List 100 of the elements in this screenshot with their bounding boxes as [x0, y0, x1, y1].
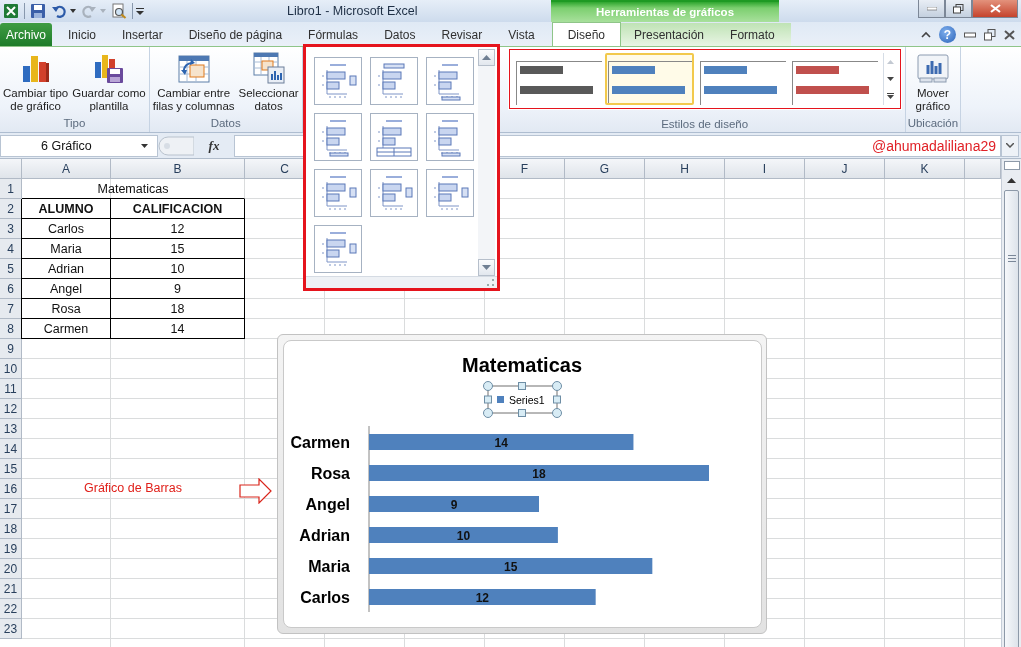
layout-option[interactable] [425, 57, 474, 105]
restore-button[interactable] [945, 0, 972, 18]
row-number[interactable]: 19 [0, 539, 22, 559]
row-number[interactable]: 3 [0, 219, 22, 239]
row-number[interactable]: 22 [0, 599, 22, 619]
down-arrow-icon [886, 77, 894, 81]
up-arrow-icon [1007, 177, 1016, 183]
style-option[interactable] [604, 53, 694, 105]
excel-logo-icon[interactable] [3, 3, 19, 19]
scroll-down-button[interactable] [477, 259, 495, 276]
undo-icon[interactable] [51, 3, 67, 19]
row-number[interactable]: 23 [0, 619, 22, 639]
file-tab[interactable]: Archivo [0, 23, 52, 46]
row-number[interactable]: 14 [0, 439, 22, 459]
arrow-icon [239, 478, 273, 504]
layout-option[interactable] [369, 169, 418, 217]
table-cell: ALUMNO [22, 199, 111, 219]
row-number[interactable]: 5 [0, 259, 22, 279]
row-number[interactable]: 7 [0, 299, 22, 319]
caret-icon[interactable] [70, 9, 76, 13]
layout-option[interactable] [313, 113, 362, 161]
layout-option[interactable] [313, 169, 362, 217]
legend-label: Series1 [509, 394, 545, 406]
layout-option[interactable] [369, 57, 418, 105]
name-box[interactable]: 6 Gráfico [0, 134, 158, 157]
layout-option[interactable] [313, 225, 362, 273]
row-number[interactable]: 4 [0, 239, 22, 259]
row-number[interactable]: 6 [0, 279, 22, 299]
ribbon-button[interactable]: Cambiar entre filas y columnas [151, 50, 236, 115]
row-number[interactable]: 13 [0, 419, 22, 439]
column-header[interactable]: K [885, 159, 965, 179]
row-number[interactable]: 16 [0, 479, 22, 499]
close-icon[interactable] [1004, 29, 1015, 40]
group-label: Estilos de diseño [661, 117, 749, 132]
expand-button[interactable] [1001, 134, 1019, 157]
column-header[interactable]: H [645, 159, 725, 179]
category-label: Adrian [299, 527, 350, 544]
group-label: Tipo [63, 116, 86, 131]
ribbon-tab[interactable]: Formato [717, 23, 791, 46]
layout-option[interactable] [425, 169, 474, 217]
ribbon-button[interactable]: Mover gráfico [914, 50, 952, 115]
ribbon-tab[interactable]: Revisar [428, 23, 496, 46]
table-cell: Rosa [22, 299, 111, 319]
ribbon-button[interactable]: Guardar como plantilla [71, 50, 147, 115]
table-cell: 15 [111, 239, 245, 259]
data-label: 18 [532, 467, 546, 481]
bar[interactable] [369, 527, 558, 543]
layout-option[interactable] [369, 113, 418, 161]
minimize-icon[interactable] [964, 31, 976, 38]
print-preview-icon[interactable] [111, 3, 127, 19]
customize-toolbar-icon[interactable] [136, 7, 144, 15]
row-number[interactable]: 1 [0, 179, 22, 199]
ribbon-tab[interactable]: Vista [495, 23, 548, 46]
column-header[interactable]: I [725, 159, 805, 179]
row-number[interactable]: 8 [0, 319, 22, 339]
dropdown-arrow-icon[interactable] [141, 143, 148, 148]
table-cell: Adrian [22, 259, 111, 279]
column-header[interactable]: G [565, 159, 645, 179]
table-cell: Maria [22, 239, 111, 259]
close-button[interactable] [972, 0, 1018, 18]
layout-option[interactable] [313, 57, 362, 105]
column-header[interactable]: A [22, 159, 111, 179]
row-number[interactable]: 17 [0, 499, 22, 519]
ribbon-tab[interactable]: Inicio [55, 23, 109, 46]
row-number[interactable]: 20 [0, 559, 22, 579]
select-all-button[interactable] [0, 159, 22, 179]
ribbon-tab[interactable]: Diseño de página [175, 23, 296, 46]
ribbon-tab[interactable]: Datos [371, 23, 429, 46]
column-header[interactable]: J [805, 159, 885, 179]
row-number[interactable]: 10 [0, 359, 22, 379]
ribbon-tab[interactable]: Fórmulas [295, 23, 372, 46]
column-header[interactable]: B [111, 159, 245, 179]
resize-grip-icon[interactable] [486, 279, 494, 286]
insert-function-button[interactable]: fx [194, 137, 234, 154]
category-label: Maria [308, 558, 350, 575]
author-handle: @ahumadaliliana29 [872, 137, 996, 154]
bar-layout-icon [373, 117, 414, 157]
collapse-ribbon-icon[interactable] [921, 31, 931, 38]
row-number[interactable]: 21 [0, 579, 22, 599]
ribbon-button[interactable]: Seleccionar datos [237, 50, 300, 115]
row-number[interactable]: 11 [0, 379, 22, 399]
selection-handles[interactable] [483, 381, 562, 418]
row-number[interactable]: 9 [0, 339, 22, 359]
layout-option[interactable] [425, 113, 474, 161]
row-number[interactable]: 18 [0, 519, 22, 539]
scrollbar-thumb[interactable] [1004, 190, 1019, 647]
restore-icon[interactable] [984, 28, 996, 41]
chart-frame[interactable]: Matematicas Series1 Carmen 14 Rosa 18 Angel 9 Adrian 10 Maria 15 Carlos 12 [277, 334, 767, 634]
save-icon[interactable] [30, 3, 46, 19]
row-number[interactable]: 15 [0, 459, 22, 479]
row-number[interactable]: 12 [0, 399, 22, 419]
close-icon [989, 4, 1001, 13]
redo-icon [81, 3, 97, 19]
category-label: Carmen [290, 434, 350, 451]
ribbon-tab[interactable]: Diseño [551, 22, 621, 46]
splitter-grip-icon[interactable] [158, 135, 194, 156]
ribbon-tab[interactable]: Insertar [109, 23, 176, 46]
ribbon-tab[interactable]: Presentación [621, 23, 718, 46]
row-number[interactable]: 2 [0, 199, 22, 219]
ribbon-button[interactable]: Cambiar tipo de gráfico [2, 50, 70, 115]
